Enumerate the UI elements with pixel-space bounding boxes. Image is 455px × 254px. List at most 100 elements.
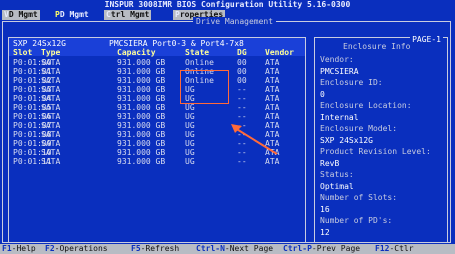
tab-label: D Mgmt <box>59 10 89 19</box>
fkey-key: F12 <box>375 244 390 253</box>
vendor-cell: ATA <box>265 157 280 166</box>
info-label: Vendor: <box>320 55 354 64</box>
window-title: INSPUR 3008IMR BIOS Configuration Utilit… <box>0 0 455 10</box>
vendor-cell: ATA <box>265 103 280 112</box>
col-capacity: Capacity <box>117 48 156 57</box>
enclosure-info-panel: PAGE-1 Enclosure Info Vendor: PMCSIERA Enc… <box>314 35 448 243</box>
info-value: SXP 24Sx12G <box>320 135 373 145</box>
col-dg: DG <box>237 48 247 57</box>
fkey-key: F2 <box>45 244 55 253</box>
type-cell: SATA <box>41 85 61 94</box>
type-cell: SATA <box>41 67 61 76</box>
info-label: Enclosure Model: <box>320 124 398 133</box>
vendor-cell: ATA <box>265 76 280 85</box>
type-cell: SATA <box>41 121 61 130</box>
state-cell: UG <box>185 112 195 121</box>
info-label: Enclosure Location: <box>320 101 412 110</box>
fkey-ctrl-p[interactable]: Ctrl-P-Prev Page <box>283 244 360 254</box>
dg-cell: -- <box>237 94 247 103</box>
dg-cell: -- <box>237 157 247 166</box>
info-value: RevB <box>320 158 340 168</box>
tab-label: D Mgmt <box>8 10 38 19</box>
capacity-cell: 931.000 GB <box>117 112 166 121</box>
col-vendor: Vendor <box>265 48 294 57</box>
capacity-cell: 931.000 GB <box>117 103 166 112</box>
enclosure-group-row[interactable]: SXP 24Sx12G PMCSIERA Port0-3 & Port4-7x8 <box>13 39 244 48</box>
fkey-label: -Next Page <box>224 244 274 253</box>
capacity-cell: 931.000 GB <box>117 76 166 85</box>
info-value: Internal <box>320 112 359 122</box>
info-value: 12 <box>320 227 330 237</box>
dg-cell: 00 <box>237 67 247 76</box>
info-label: Number of PD's: <box>320 216 393 225</box>
type-cell: SATA <box>41 157 61 166</box>
state-cell: UG <box>185 157 195 166</box>
function-key-bar: F1-Help F2-Operations F5-Refresh Ctrl-N-Nex… <box>0 244 455 254</box>
tab-ctrl-mgmt[interactable]: Ctrl Mgmt <box>104 10 152 20</box>
dg-cell: 00 <box>237 76 247 85</box>
info-label: Status: <box>320 170 354 179</box>
dg-cell: 00 <box>237 58 247 67</box>
capacity-cell: 931.000 GB <box>117 139 166 148</box>
fkey-ctrl-n[interactable]: Ctrl-N-Next Page <box>196 244 273 254</box>
info-value: Optimal <box>320 181 354 191</box>
fkey-key: F5 <box>131 244 141 253</box>
state-cell: UG <box>185 103 195 112</box>
state-cell: Online <box>185 58 214 67</box>
fkey-label: -Ctlr <box>389 244 414 253</box>
tab-vd-mgmt[interactable]: VD Mgmt <box>2 10 40 20</box>
vendor-cell: ATA <box>265 67 280 76</box>
fkey-label: -Operations <box>54 244 108 253</box>
type-cell: SATA <box>41 94 61 103</box>
info-value: 0 <box>320 89 325 99</box>
fkey-label: -Prev Page <box>311 244 361 253</box>
fkey-f5[interactable]: F5-Refresh <box>131 244 179 254</box>
capacity-cell: 931.000 GB <box>117 130 166 139</box>
page-indicator: PAGE-1 <box>410 35 443 44</box>
fkey-label: -Help <box>11 244 36 253</box>
capacity-cell: 931.000 GB <box>117 94 166 103</box>
fkey-f12[interactable]: F12-Ctlr <box>375 244 414 254</box>
tab-pd-mgmt[interactable]: PD Mgmt <box>53 10 91 20</box>
fkey-key: Ctrl-N <box>196 244 225 253</box>
vendor-cell: ATA <box>265 85 280 94</box>
drive-table: SXP 24Sx12G PMCSIERA Port0-3 & Port4-7x8… <box>8 37 306 243</box>
dg-cell: -- <box>237 85 247 94</box>
enclosure-name: SXP 24Sx12G <box>13 39 66 48</box>
info-label: Enclosure ID: <box>320 78 383 87</box>
fkey-key: Ctrl-P <box>283 244 312 253</box>
info-label: Product Revision Level: <box>320 147 431 156</box>
fkey-f2[interactable]: F2-Operations <box>45 244 108 254</box>
info-value: PMCSIERA <box>320 66 359 76</box>
type-cell: SATA <box>41 148 61 157</box>
type-cell: SATA <box>41 139 61 148</box>
capacity-cell: 931.000 GB <box>117 121 166 130</box>
state-cell: UG <box>185 121 195 130</box>
capacity-cell: 931.000 GB <box>117 58 166 67</box>
type-cell: SATA <box>41 112 61 121</box>
vendor-cell: ATA <box>265 58 280 67</box>
capacity-cell: 931.000 GB <box>117 67 166 76</box>
panel-title: Drive Management <box>193 17 277 26</box>
state-cell: UG <box>185 148 195 157</box>
type-cell: SATA <box>41 130 61 139</box>
online-highlight-box <box>180 70 229 104</box>
annotation-arrow-icon <box>231 124 278 155</box>
vendor-cell: ATA <box>265 94 280 103</box>
type-cell: SATA <box>41 103 61 112</box>
dg-cell: -- <box>237 112 247 121</box>
state-cell: UG <box>185 139 195 148</box>
type-cell: SATA <box>41 58 61 67</box>
col-slot: Slot <box>13 48 33 57</box>
fkey-f1[interactable]: F1-Help <box>2 244 36 254</box>
info-label: Number of Slots: <box>320 193 398 202</box>
info-value: 16 <box>320 204 330 214</box>
type-cell: SATA <box>41 76 61 85</box>
capacity-cell: 931.000 GB <box>117 148 166 157</box>
drive-management-panel: Drive Management SXP 24Sx12G PMCSIERA Po… <box>2 17 451 243</box>
capacity-cell: 931.000 GB <box>117 157 166 166</box>
state-cell: UG <box>185 130 195 139</box>
col-type: Type <box>41 48 61 57</box>
dg-cell: -- <box>237 103 247 112</box>
fkey-label: -Refresh <box>140 244 180 253</box>
